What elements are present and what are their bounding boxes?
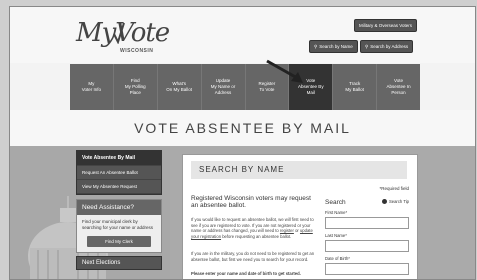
search-form: Search Search Tip First Name* Last Name*… (325, 199, 409, 275)
assistance-text: Find your municipal clerk by searching f… (82, 219, 154, 230)
assistance-box: Need Assistance? Find your municipal cle… (76, 199, 162, 253)
sidebar-link-view-absentee-request[interactable]: View My Absentee Request (77, 180, 161, 194)
nav-whats-on-ballot[interactable]: What's On My Ballot (158, 64, 202, 110)
search-by-address-label: Search by Address (370, 44, 409, 49)
military-overseas-label: Military & Overseas Voters (359, 23, 413, 28)
search-tip-label: Search Tip (388, 199, 409, 204)
last-name-label: Last Name* (325, 233, 347, 238)
nav-label: Track My Ballot (345, 80, 364, 92)
search-icon: ⚲ (314, 44, 318, 49)
nav-my-voter-info[interactable]: My Voter Info (70, 64, 114, 110)
nav-find-polling-place[interactable]: Find My Polling Place (114, 64, 158, 110)
para-text: before requesting an absentee ballot. (221, 234, 292, 240)
military-overseas-button[interactable]: Military & Overseas Voters (354, 19, 418, 32)
search-panel: SEARCH BY NAME *Required field Registere… (182, 154, 418, 279)
content-area: Vote Absentee By Mail Request An Absente… (10, 146, 475, 279)
nav-vote-absentee-in-person[interactable]: Vote Absentee In Person (377, 64, 420, 110)
assistance-title: Need Assistance? (77, 200, 161, 215)
dob-input[interactable] (325, 263, 409, 275)
section-title: SEARCH BY NAME (191, 161, 407, 179)
search-by-name-button[interactable]: ⚲ Search by Name (309, 40, 358, 53)
info-icon (381, 199, 387, 204)
search-tip[interactable]: Search Tip (381, 199, 409, 204)
find-my-clerk-button[interactable]: Find My Clerk (87, 235, 151, 247)
browser-page: MyVote WISCONSIN Military & Overseas Vot… (9, 6, 476, 280)
register-link[interactable]: register (280, 228, 294, 233)
intro-text: Registered Wisconsin voters may request … (191, 195, 311, 210)
nav-label: Update My Name or Address (210, 77, 236, 96)
military-paragraph: If you are in the military, you do not n… (191, 251, 315, 262)
page-title: VOTE ABSENTEE BY MAIL (134, 120, 351, 136)
search-icon: ⚲ (365, 44, 369, 49)
required-note: *Required field (379, 186, 409, 191)
search-by-name-label: Search by Name (319, 44, 353, 49)
nav-label: My Voter Info (81, 80, 102, 92)
pointer-arrow-icon (266, 59, 303, 83)
sidebar: Vote Absentee By Mail Request An Absente… (76, 150, 162, 270)
main-navigation: My Voter Info Find My Polling Place What's O… (70, 64, 420, 110)
page-banner: VOTE ABSENTEE BY MAIL (10, 110, 475, 146)
instructions-paragraph: If you would like to request an absentee… (191, 217, 319, 240)
search-by-address-button[interactable]: ⚲ Search by Address (360, 40, 414, 53)
first-name-input[interactable] (325, 217, 409, 229)
nav-label: What's On My Ballot (166, 80, 193, 92)
nav-label: Vote Absentee In Person (386, 77, 411, 96)
dob-label: Date of Birth* (325, 256, 350, 261)
first-name-label: First Name* (325, 210, 348, 215)
myvote-logo[interactable]: MyVote WISCONSIN (76, 18, 170, 58)
sidebar-link-request-absentee-ballot[interactable]: Request An Absentee Ballot (77, 166, 161, 180)
nav-label: Find My Polling Place (124, 77, 146, 96)
last-name-input[interactable] (325, 240, 409, 252)
logo-text: MyVote (76, 18, 170, 48)
logo-subtitle: WISCONSIN (120, 48, 154, 54)
nav-track-my-ballot[interactable]: Track My Ballot (333, 64, 378, 110)
sidebar-link-vote-absentee-by-mail[interactable]: Vote Absentee By Mail (77, 151, 161, 166)
next-elections-title: Next Elections (76, 255, 162, 270)
site-header: MyVote WISCONSIN Military & Overseas Vot… (10, 7, 475, 63)
nav-update-name-address[interactable]: Update My Name or Address (202, 64, 246, 110)
sidebar-menu: Vote Absentee By Mail Request An Absente… (76, 150, 162, 195)
